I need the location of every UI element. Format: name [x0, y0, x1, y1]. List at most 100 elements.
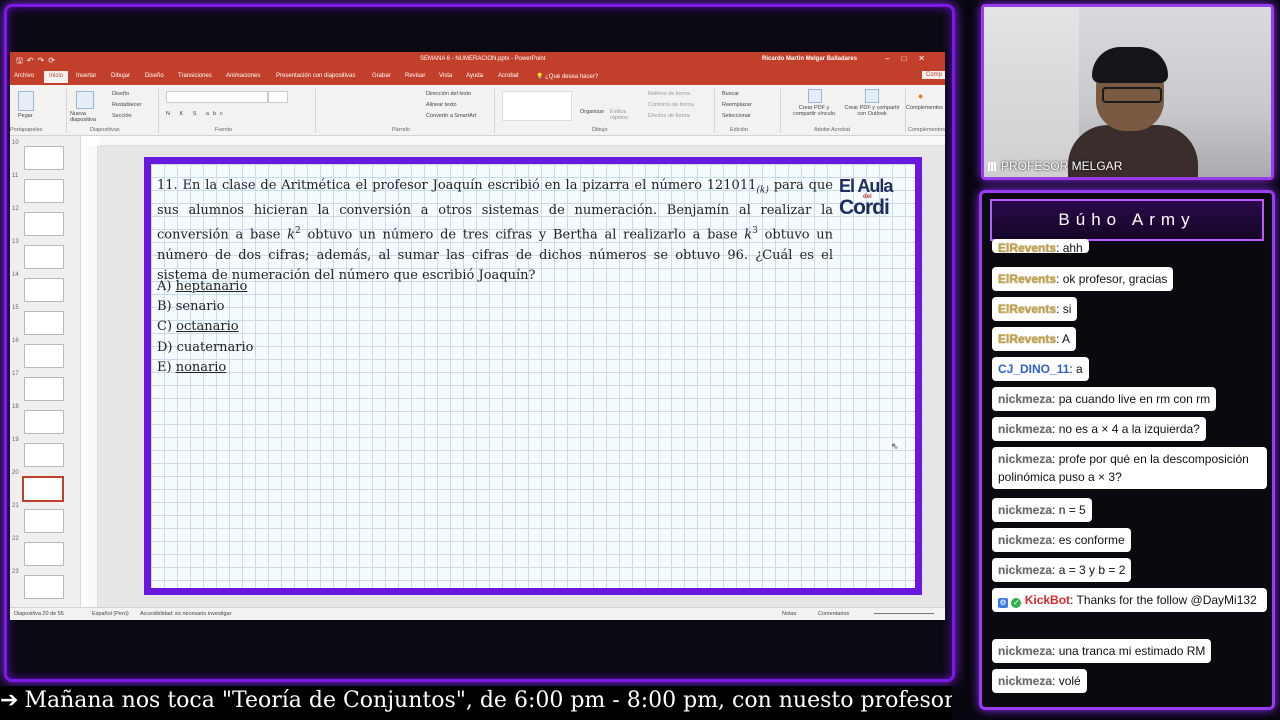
addins-icon[interactable]: ●	[918, 91, 923, 101]
chat-text: : a	[1069, 362, 1083, 376]
addins-button[interactable]: Complementos	[906, 105, 943, 111]
font-size-box[interactable]	[268, 91, 288, 103]
ribbon-separator	[780, 89, 781, 133]
tab-diseno[interactable]: Diseño	[145, 73, 164, 79]
shapes-gallery[interactable]	[502, 91, 572, 121]
vertical-ruler	[88, 146, 98, 610]
problem-text-a: En la clase de Aritmética el profesor Jo…	[182, 178, 757, 193]
thumb-number: 20	[12, 470, 19, 476]
chat-username[interactable]: nickmeza	[998, 674, 1052, 688]
slide-thumbnail[interactable]	[24, 542, 64, 566]
paste-icon[interactable]	[18, 91, 34, 111]
tab-vista[interactable]: Vista	[439, 73, 452, 79]
slide-thumbnail-selected[interactable]	[22, 476, 64, 502]
slide-thumbnail[interactable]	[24, 443, 64, 467]
thumb-number: 17	[12, 371, 19, 377]
thumb-number: 13	[12, 239, 19, 245]
create-pdf-outlook-button[interactable]: Crear PDF y compartir con Outlook	[840, 105, 904, 117]
find-button[interactable]: Buscar	[722, 91, 739, 97]
tab-acrobat[interactable]: Acrobat	[498, 73, 519, 79]
text-direction-button[interactable]: Dirección del texto	[426, 91, 471, 97]
user-name[interactable]: Ricardo Martin Melgar Balladares	[762, 56, 857, 62]
notes-button[interactable]: Notas	[782, 611, 796, 617]
tab-revisar[interactable]: Revisar	[405, 73, 425, 79]
problem-number: 11.	[157, 178, 178, 193]
chat-username[interactable]: KickBot	[1025, 593, 1070, 607]
shape-outline-button[interactable]: Contorno de forma	[648, 102, 694, 108]
new-slide-icon[interactable]	[76, 91, 94, 109]
arrange-button[interactable]: Organizar	[580, 109, 604, 115]
slide-thumbnail[interactable]	[24, 344, 64, 368]
pdf-link-icon[interactable]	[808, 89, 822, 103]
chat-username[interactable]: ElRevents	[998, 302, 1056, 316]
chat-username[interactable]: nickmeza	[998, 422, 1052, 436]
chat-username[interactable]: nickmeza	[998, 644, 1052, 658]
tab-inicio[interactable]: Inicio	[44, 71, 69, 83]
paste-label: Pegar	[18, 113, 33, 119]
slide-thumbnail[interactable]	[24, 377, 64, 401]
font-name-box[interactable]	[166, 91, 268, 103]
chat-username[interactable]: nickmeza	[998, 563, 1052, 577]
tab-insertar[interactable]: Insertar	[76, 73, 96, 79]
chat-username[interactable]: nickmeza	[998, 392, 1052, 406]
group-dibujo: Dibujo	[592, 127, 608, 133]
webcam-person-glasses	[1102, 87, 1162, 103]
slide-thumbnail[interactable]	[24, 311, 64, 335]
font-format-buttons[interactable]: N K S abc	[166, 111, 227, 117]
chat-username[interactable]: ElRevents	[998, 332, 1056, 346]
tab-ayuda[interactable]: Ayuda	[466, 73, 483, 79]
tab-archivo[interactable]: Archivo	[14, 73, 34, 79]
accessibility-status[interactable]: Accesibilidad: es necesario investigar	[140, 611, 231, 617]
thumb-number: 14	[12, 272, 19, 278]
chat-username[interactable]: CJ_DINO_11	[998, 362, 1069, 376]
pdf-outlook-icon[interactable]	[865, 89, 879, 103]
slide-thumbnail[interactable]	[24, 212, 64, 236]
chat-username[interactable]: ElRevents	[998, 241, 1056, 253]
replace-button[interactable]: Reemplazar	[722, 102, 752, 108]
chat-username[interactable]: ElRevents	[998, 272, 1056, 286]
zoom-slider[interactable]	[874, 613, 934, 614]
slide-thumbnail[interactable]	[24, 179, 64, 203]
comments-button[interactable]: Comentarios	[818, 611, 849, 617]
chat-panel: Búho Army ElRevents: ahh ElRevents: ok p…	[979, 190, 1275, 710]
reset-button[interactable]: Restablecer	[112, 102, 141, 108]
share-button[interactable]: Comp	[922, 71, 945, 79]
align-text-button[interactable]: Alinear texto	[426, 102, 457, 108]
bot-badges: ⚙ ✓	[998, 591, 1022, 609]
webcam-background	[984, 7, 1079, 177]
tab-grabar[interactable]: Grabar	[372, 73, 391, 79]
shape-effects-button[interactable]: Efectos de forma	[648, 113, 690, 119]
create-pdf-link-button[interactable]: Crear PDF y compartir vínculo	[788, 105, 840, 117]
slide-thumbnail[interactable]	[24, 410, 64, 434]
tell-me-box[interactable]: 💡 ¿Qué desea hacer?	[536, 73, 598, 80]
select-button[interactable]: Seleccionar	[722, 113, 751, 119]
slide-thumbnail[interactable]	[24, 146, 64, 170]
chat-message: ⚙ ✓ KickBot: Thanks for the follow @DayM…	[992, 588, 1267, 612]
slide-thumbnail[interactable]	[24, 278, 64, 302]
tab-dibujar[interactable]: Dibujar	[111, 73, 130, 79]
new-slide-label[interactable]: Nueva diapositiva	[70, 111, 104, 123]
chat-username[interactable]: nickmeza	[998, 452, 1052, 466]
smartart-button[interactable]: Convertir a SmartArt	[426, 113, 476, 119]
ticker-text: Mañana nos toca "Teoría de Conjuntos", d…	[24, 688, 952, 713]
shape-fill-button[interactable]: Relleno de forma	[648, 91, 690, 97]
group-fuente: Fuente	[215, 127, 233, 133]
quick-styles-button[interactable]: Estilos rápidos	[610, 109, 634, 121]
slide-thumbnail[interactable]	[24, 575, 64, 599]
slide[interactable]: 11. En la clase de Aritmética el profeso…	[144, 157, 922, 595]
tab-presentacion[interactable]: Presentación con diapositivas	[276, 73, 355, 79]
slide-thumbnail[interactable]	[24, 509, 64, 533]
layout-button[interactable]: Diseño	[112, 91, 129, 97]
language-indicator[interactable]: Español (Perú)	[92, 611, 129, 617]
tab-animaciones[interactable]: Animaciones	[226, 73, 260, 79]
quick-access-toolbar[interactable]: 🖫↶↷⟳	[16, 55, 59, 69]
option-a: A) heptanario	[157, 277, 254, 297]
window-controls[interactable]: –□✕	[885, 54, 937, 63]
slide-thumbnail-pane[interactable]: 10 11 12 13 14 15 16 17 18 19 20 21 22 2…	[10, 136, 81, 610]
section-button[interactable]: Sección	[112, 113, 132, 119]
chat-username[interactable]: nickmeza	[998, 503, 1052, 517]
option-text: heptanario	[175, 279, 248, 294]
tab-transiciones[interactable]: Transiciones	[178, 73, 212, 79]
slide-thumbnail[interactable]	[24, 245, 64, 269]
chat-username[interactable]: nickmeza	[998, 533, 1052, 547]
